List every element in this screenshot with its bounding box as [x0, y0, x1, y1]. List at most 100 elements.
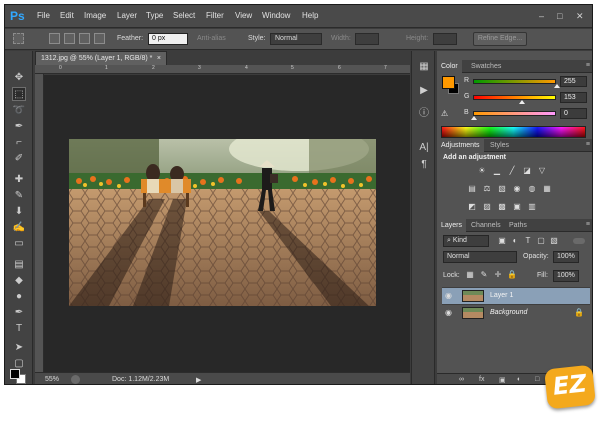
history-panel-icon[interactable]: ▦: [418, 61, 430, 73]
dodge-tool-icon[interactable]: ●: [12, 290, 26, 304]
green-slider-knob[interactable]: [519, 100, 525, 104]
menu-window[interactable]: Window: [262, 11, 290, 20]
subtract-selection-icon[interactable]: [79, 33, 90, 44]
curves-icon[interactable]: ╱: [507, 166, 517, 176]
paragraph-panel-icon[interactable]: ¶: [418, 159, 430, 171]
close-window-button[interactable]: ✕: [576, 11, 584, 22]
red-value[interactable]: 255: [560, 76, 587, 87]
height-input[interactable]: [433, 33, 457, 45]
invert-icon[interactable]: ◩: [467, 202, 477, 212]
filter-shape-icon[interactable]: ▢: [536, 236, 546, 246]
layer-name[interactable]: Background: [490, 309, 527, 316]
opacity-input[interactable]: 100%: [553, 251, 579, 263]
menu-layer[interactable]: Layer: [117, 11, 137, 20]
color-balance-icon[interactable]: ⚖: [482, 184, 492, 194]
filter-adjustment-icon[interactable]: ◐: [510, 236, 520, 246]
feather-input[interactable]: 0 px: [148, 33, 188, 45]
blue-slider[interactable]: [473, 111, 556, 116]
blue-value[interactable]: 0: [560, 108, 587, 119]
path-selection-tool-icon[interactable]: ➤: [12, 341, 26, 355]
filter-smart-icon[interactable]: ▧: [549, 236, 559, 246]
maximize-button[interactable]: □: [557, 11, 562, 21]
blur-tool-icon[interactable]: ◆: [12, 274, 26, 288]
gradient-map-icon[interactable]: ▥: [527, 202, 537, 212]
visibility-eye-icon[interactable]: ◉: [445, 291, 455, 301]
zoom-level[interactable]: 55%: [45, 376, 59, 383]
fill-input[interactable]: 100%: [553, 270, 579, 282]
panel-menu-icon[interactable]: ≡: [586, 141, 590, 148]
clone-stamp-tool-icon[interactable]: ⬇: [12, 205, 26, 219]
pen-tool-icon[interactable]: ✒: [12, 306, 26, 320]
type-tool-icon[interactable]: T: [12, 322, 26, 336]
lasso-tool-icon[interactable]: ➰: [12, 104, 26, 118]
tab-paths[interactable]: Paths: [505, 219, 531, 232]
rectangular-marquee-tool-icon[interactable]: ⬚: [12, 87, 26, 101]
posterize-icon[interactable]: ▨: [482, 202, 492, 212]
color-lookup-icon[interactable]: ▦: [542, 184, 552, 194]
close-tab-icon[interactable]: ×: [157, 52, 161, 65]
eyedropper-tool-icon[interactable]: ✐: [12, 152, 26, 166]
black-white-icon[interactable]: ▧: [497, 184, 507, 194]
style-select[interactable]: Normal: [270, 33, 322, 45]
document-tab[interactable]: 1312.jpg @ 55% (Layer 1, RGB/8) * ×: [35, 51, 167, 65]
red-slider[interactable]: [473, 79, 556, 84]
foreground-color-swatch[interactable]: [10, 369, 20, 379]
layer-kind-filter[interactable]: ⌕ Kind: [443, 235, 489, 247]
lock-position-icon[interactable]: ✛: [493, 270, 503, 280]
tab-layers[interactable]: Layers: [437, 219, 467, 232]
hue-saturation-icon[interactable]: ▤: [467, 184, 477, 194]
menu-edit[interactable]: Edit: [60, 11, 74, 20]
add-mask-icon[interactable]: ▣: [499, 376, 506, 384]
menu-help[interactable]: Help: [302, 11, 318, 20]
blue-slider-knob[interactable]: [471, 116, 477, 120]
minimize-button[interactable]: –: [539, 11, 544, 21]
brightness-icon[interactable]: ☀: [477, 166, 487, 176]
menu-filter[interactable]: Filter: [206, 11, 224, 20]
lock-all-icon[interactable]: 🔒: [507, 270, 517, 280]
new-group-icon[interactable]: □: [535, 376, 539, 383]
status-play-icon[interactable]: ▶: [196, 376, 201, 384]
width-input[interactable]: [355, 33, 379, 45]
menu-select[interactable]: Select: [173, 11, 195, 20]
link-layers-icon[interactable]: ∞: [459, 376, 464, 383]
document-image[interactable]: [69, 139, 376, 306]
filter-toggle[interactable]: [573, 238, 585, 244]
visibility-eye-icon[interactable]: ◉: [445, 308, 455, 318]
quick-selection-tool-icon[interactable]: ✒: [12, 120, 26, 134]
filter-type-icon[interactable]: T: [523, 236, 533, 246]
new-adjustment-icon[interactable]: ◐: [517, 376, 521, 383]
new-selection-icon[interactable]: [49, 33, 60, 44]
menu-view[interactable]: View: [235, 11, 252, 20]
brush-tool-icon[interactable]: ✎: [12, 189, 26, 203]
blend-mode-select[interactable]: Normal: [443, 251, 517, 263]
status-menu-icon[interactable]: [71, 375, 80, 384]
tab-color[interactable]: Color: [437, 60, 462, 73]
refine-edge-button[interactable]: Refine Edge...: [473, 32, 527, 46]
panel-menu-icon[interactable]: ≡: [586, 62, 590, 69]
intersect-selection-icon[interactable]: [94, 33, 105, 44]
foreground-color-chip[interactable]: [442, 76, 455, 89]
lock-transparent-icon[interactable]: ▦: [465, 270, 475, 280]
panel-menu-icon[interactable]: ≡: [586, 221, 590, 228]
tab-swatches[interactable]: Swatches: [467, 60, 505, 73]
crop-tool-icon[interactable]: ⌐: [12, 136, 26, 150]
layer-style-icon[interactable]: fx: [479, 376, 484, 383]
marquee-preset-icon[interactable]: [13, 33, 24, 44]
info-panel-icon[interactable]: ⓘ: [418, 108, 430, 120]
healing-brush-tool-icon[interactable]: ✚: [12, 173, 26, 187]
actions-panel-icon[interactable]: ▶: [418, 85, 430, 97]
green-value[interactable]: 153: [560, 92, 587, 103]
history-brush-tool-icon[interactable]: ✍: [12, 221, 26, 235]
add-selection-icon[interactable]: [64, 33, 75, 44]
antialias-checkbox[interactable]: Anti-alias: [197, 35, 226, 42]
lock-image-icon[interactable]: ✎: [479, 270, 489, 280]
layer-row-layer-1[interactable]: ◉ Layer 1: [442, 287, 590, 304]
photo-filter-icon[interactable]: ◉: [512, 184, 522, 194]
layer-row-background[interactable]: ◉ Background 🔒: [442, 304, 590, 321]
menu-image[interactable]: Image: [84, 11, 106, 20]
selective-color-icon[interactable]: ▣: [512, 202, 522, 212]
eraser-tool-icon[interactable]: ▭: [12, 237, 26, 251]
tab-channels[interactable]: Channels: [467, 219, 505, 232]
tab-adjustments[interactable]: Adjustments: [437, 139, 484, 152]
gradient-tool-icon[interactable]: ▤: [12, 258, 26, 272]
